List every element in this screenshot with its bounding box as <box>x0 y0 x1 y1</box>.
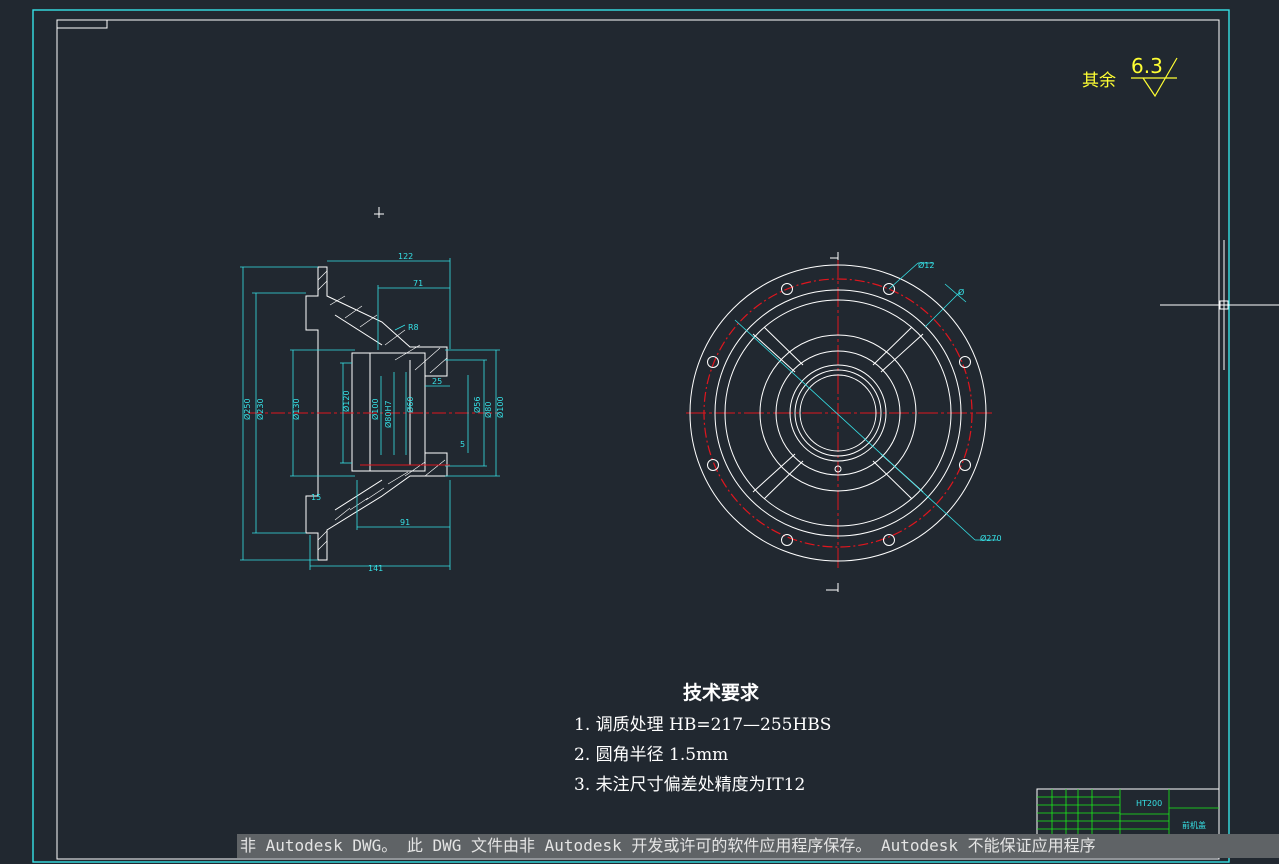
dim-d80: Ø80 <box>483 402 493 418</box>
dim-141: 141 <box>368 564 383 573</box>
dim-r8: R8 <box>408 323 419 332</box>
dim-d80h7: Ø80H7 <box>383 400 393 428</box>
dim-d130: Ø130 <box>291 398 301 420</box>
tech-requirement-item: 3. 未注尺寸偏差处精度为IT12 <box>574 775 806 795</box>
dim-d12: Ø12 <box>918 260 934 270</box>
part-name-text: 前机盖 <box>1182 820 1206 830</box>
dim-d-angle: Ø <box>958 287 964 297</box>
roughness-label: 其余 <box>1082 71 1116 91</box>
dim-122: 122 <box>398 252 413 261</box>
dim-d60: Ø60 <box>405 397 415 413</box>
dim-d250: Ø250 <box>242 398 252 420</box>
dim-25: 25 <box>432 377 442 386</box>
dim-d100: Ø100 <box>495 396 505 418</box>
dim-91: 91 <box>400 518 410 527</box>
dim-5: 5 <box>460 440 465 449</box>
dim-71: 71 <box>413 279 423 288</box>
dim-d230: Ø230 <box>255 398 265 420</box>
corner-tab <box>57 20 108 29</box>
tech-requirement-item: 2. 圆角半径 1.5mm <box>574 745 729 765</box>
dim-d270: Ø270 <box>980 533 1002 543</box>
tech-requirements-title: 技术要求 <box>683 682 760 704</box>
material-text: HT200 <box>1136 799 1162 808</box>
non-autodesk-watermark: 非 Autodesk DWG。 此 DWG 文件由非 Autodesk 开发或许… <box>237 834 1279 858</box>
plan-view: Ø12 Ø Ø270 <box>686 252 1002 592</box>
dim-d100-inner: Ø100 <box>370 398 380 420</box>
section-view: 122 71 R8 25 141 91 Ø250 Ø230 Ø130 Ø120 … <box>240 252 505 573</box>
tech-requirement-item: 1. 调质处理 HB=217—255HBS <box>574 715 832 735</box>
dim-15: 15 <box>311 493 321 502</box>
section-mark <box>374 207 384 218</box>
roughness-value: 6.3 <box>1131 54 1163 78</box>
dim-d56: Ø56 <box>472 397 482 413</box>
title-block: HT200 前机盖 <box>1036 788 1220 840</box>
dim-d120: Ø120 <box>341 390 351 412</box>
